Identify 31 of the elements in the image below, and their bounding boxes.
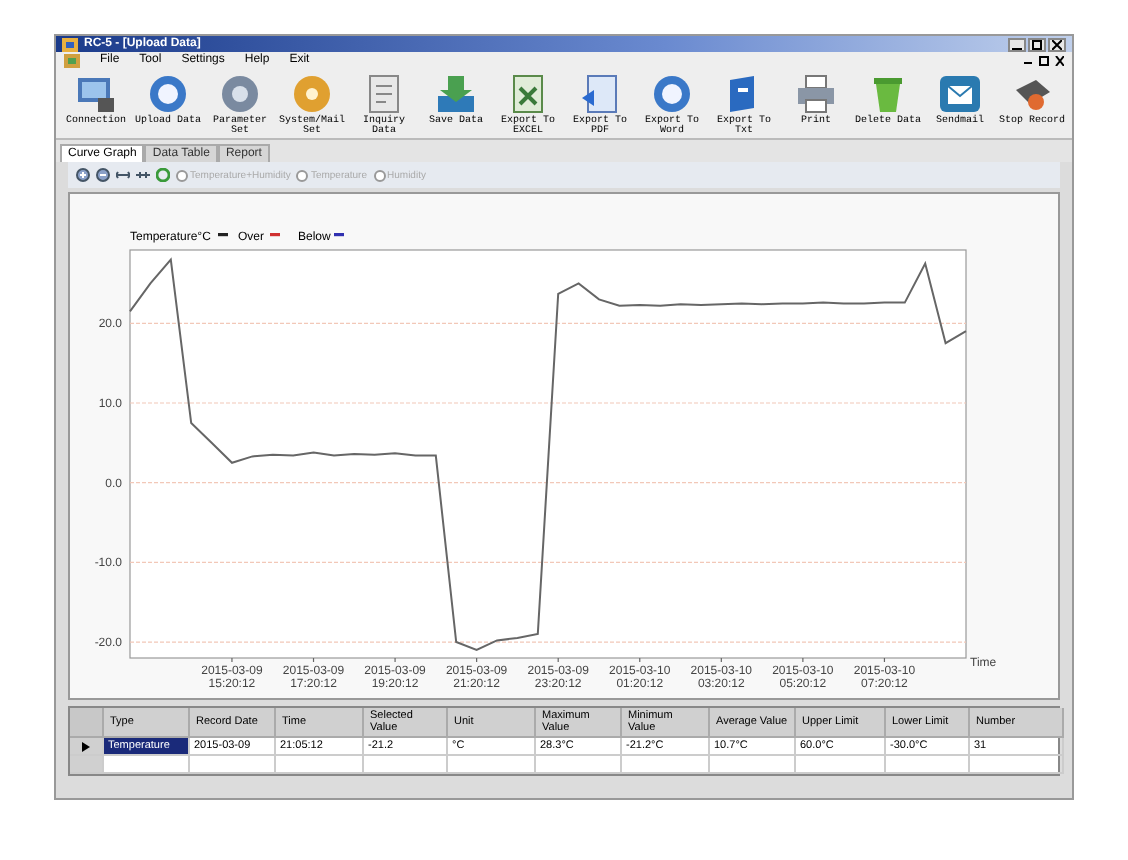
- table-cell: [536, 756, 622, 774]
- monitor-icon: [74, 74, 118, 114]
- table-cell: [970, 756, 1064, 774]
- document-arrow-icon: [578, 74, 622, 114]
- expand-icon[interactable]: [116, 168, 130, 182]
- table-cell: [364, 756, 448, 774]
- table-cell: [796, 756, 886, 774]
- table-cell: [104, 756, 190, 774]
- table-cell: [448, 756, 536, 774]
- minimize-button[interactable]: [1008, 37, 1026, 51]
- shrink-icon[interactable]: [136, 168, 150, 182]
- row-pointer-icon: [82, 741, 90, 751]
- table-cell: [190, 756, 276, 774]
- envelope-icon: [938, 74, 982, 114]
- zoom-in-icon[interactable]: [76, 168, 90, 182]
- table-cell: [886, 756, 970, 774]
- disc-icon: [290, 74, 334, 114]
- printer-icon: [794, 74, 838, 114]
- zoom-out-icon[interactable]: [96, 168, 110, 182]
- window-controls-icon[interactable]: [1024, 56, 1064, 66]
- header-corner: [70, 708, 104, 738]
- table-cell: [276, 756, 364, 774]
- maximize-button[interactable]: [1028, 37, 1046, 51]
- download-arrow-icon: [434, 74, 478, 114]
- refresh-icon[interactable]: [156, 168, 170, 182]
- table-cell: [622, 756, 710, 774]
- table-cell: [710, 756, 796, 774]
- close-icon: [1052, 39, 1062, 49]
- maximize-icon: [1032, 39, 1042, 49]
- close-button[interactable]: [1048, 37, 1066, 51]
- row-header[interactable]: [70, 738, 104, 756]
